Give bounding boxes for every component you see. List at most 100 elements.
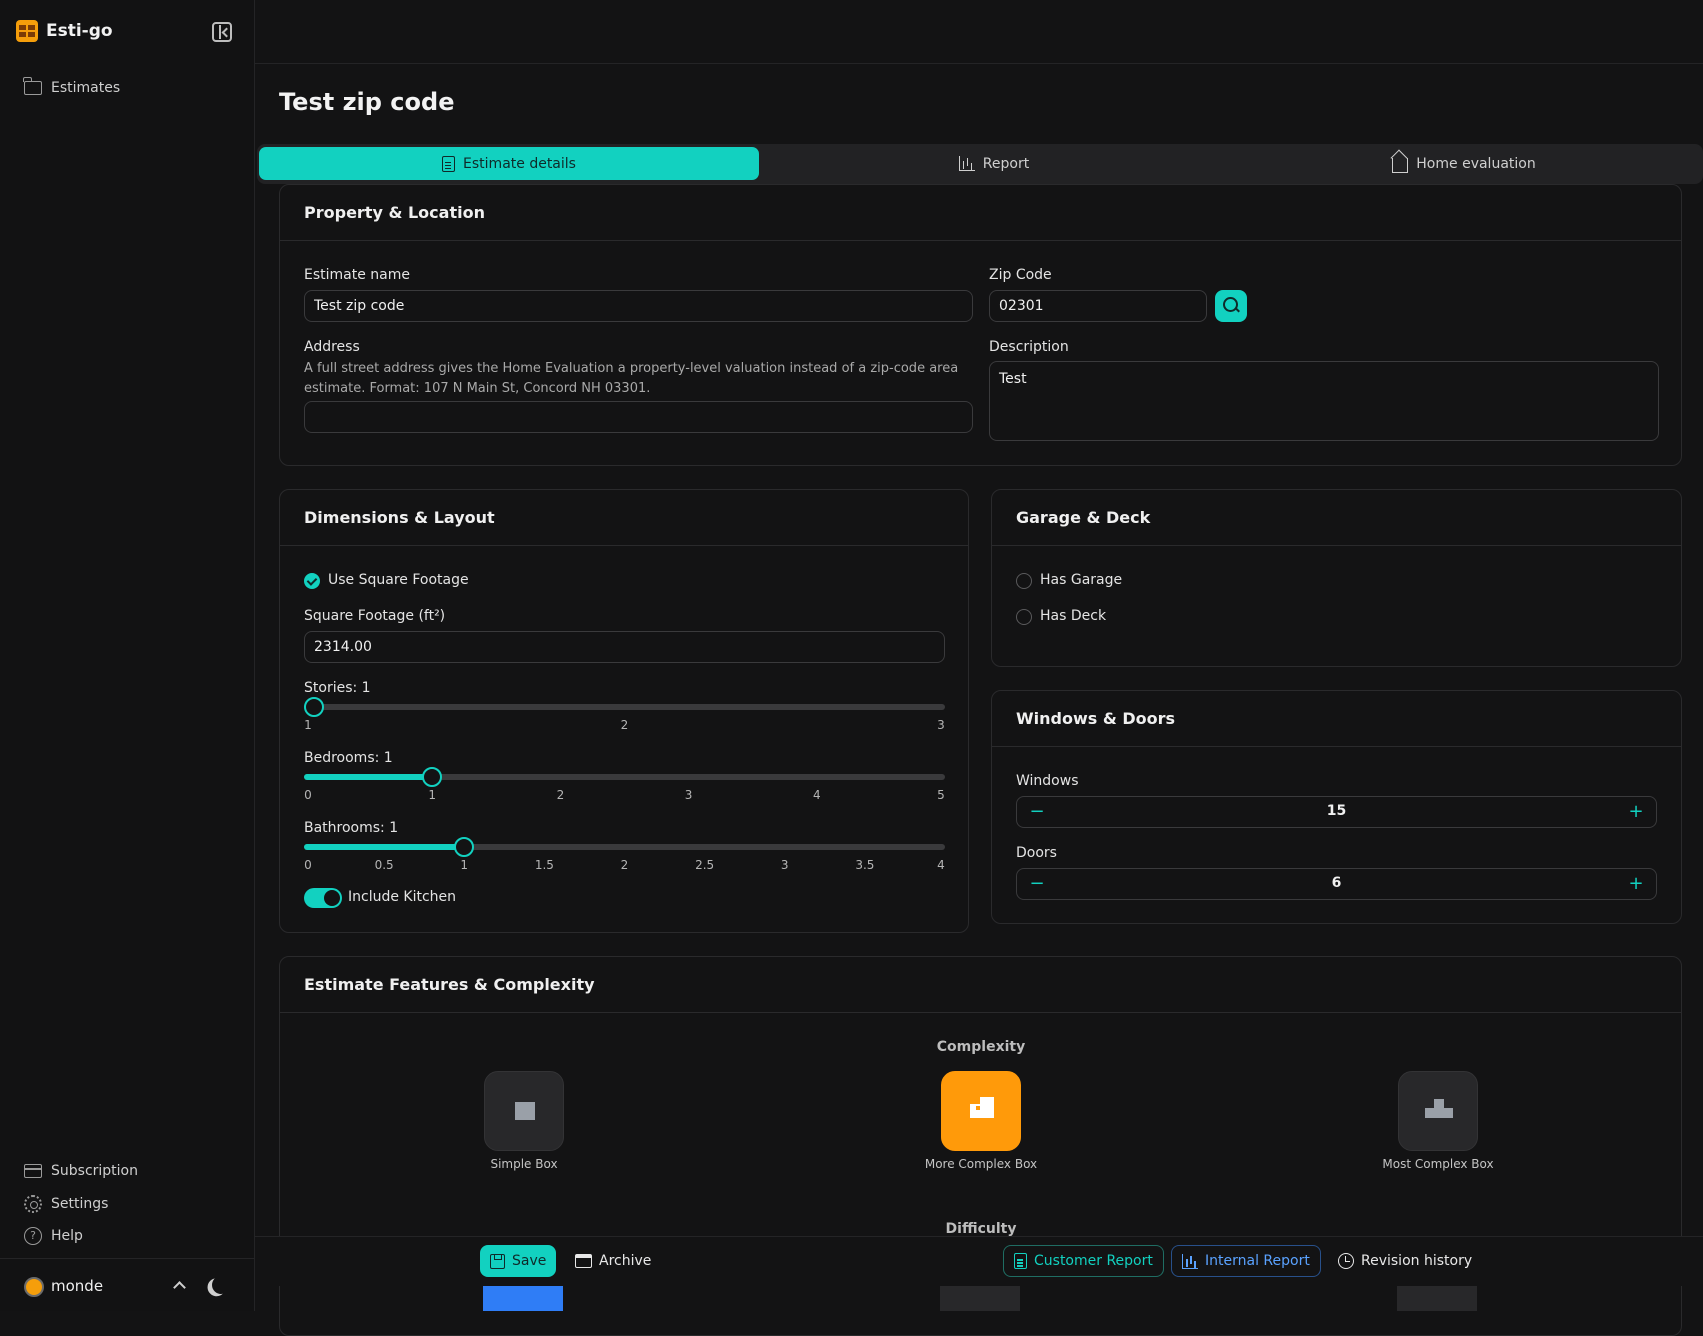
folder-icon (23, 77, 42, 95)
zip-search-button[interactable] (1215, 290, 1247, 322)
action-bar: Save Archive Customer Report Internal Re… (255, 1236, 1703, 1286)
panel-header: Property & Location (280, 185, 1681, 241)
complexity-option-label: Simple Box (490, 1157, 558, 1171)
slider-tick-label: 1 (304, 718, 312, 732)
has-garage-label: Has Garage (1040, 572, 1123, 588)
panel-header: Estimate Features & Complexity (280, 957, 1681, 1013)
internal-report-button[interactable]: Internal Report (1171, 1245, 1321, 1277)
tab-estimate-details[interactable]: Estimate details (259, 147, 759, 180)
difficulty-caption: Difficulty (945, 1221, 1017, 1237)
sidebar-item-subscription[interactable]: Subscription (24, 1163, 138, 1179)
slider-tick-label: 1 (428, 788, 437, 802)
panel-header: Garage & Deck (992, 490, 1681, 546)
complexity-option-label: Most Complex Box (1382, 1157, 1494, 1171)
sidebar-item-estimates[interactable]: Estimates (23, 77, 121, 96)
address-label: Address (304, 339, 360, 355)
archive-icon (575, 1254, 592, 1268)
panel-title: Property & Location (304, 203, 485, 222)
bathrooms-slider-fill (304, 844, 465, 850)
include-kitchen-toggle[interactable] (304, 888, 342, 908)
save-button[interactable]: Save (480, 1245, 557, 1277)
panel-title: Estimate Features & Complexity (304, 975, 595, 994)
bedrooms-slider-fill (304, 774, 433, 780)
windows-doors-panel: Windows & Doors Windows − 15 + Doors − 6… (991, 690, 1682, 924)
save-icon (490, 1253, 505, 1269)
dimensions-layout-panel: Dimensions & Layout Use Square Footage S… (279, 489, 969, 933)
square-footage-label: Square Footage (ft²) (304, 608, 446, 624)
tab-report[interactable]: Report (759, 147, 1229, 180)
address-help-text: A full street address gives the Home Eva… (304, 361, 959, 396)
brand[interactable]: Esti-go (16, 20, 113, 42)
archive-label: Archive (599, 1253, 652, 1269)
square-footage-input[interactable] (304, 631, 945, 663)
app-name: Esti-go (46, 21, 113, 41)
tab-bar: Estimate details Report Home evaluation (257, 144, 1703, 184)
collapse-sidebar-icon[interactable] (212, 22, 232, 42)
doors-increment-button[interactable]: + (1624, 873, 1648, 897)
sidebar-item-label: Estimates (51, 80, 121, 96)
complexity-more-complex-box[interactable] (941, 1071, 1021, 1151)
save-label: Save (512, 1253, 547, 1269)
stories-slider-thumb[interactable] (304, 697, 324, 717)
complexity-most-complex-box[interactable] (1398, 1071, 1478, 1151)
slider-tick-label: 2 (620, 718, 629, 732)
internal-report-label: Internal Report (1205, 1253, 1310, 1269)
tab-label: Estimate details (463, 155, 576, 172)
archive-button[interactable]: Archive (565, 1245, 661, 1277)
has-deck-label: Has Deck (1040, 608, 1107, 624)
home-icon (1392, 158, 1409, 173)
windows-label: Windows (1016, 773, 1079, 789)
more-complex-box-icon (970, 1097, 994, 1118)
has-deck-checkbox[interactable] (1016, 609, 1032, 625)
bedrooms-slider-thumb[interactable] (422, 767, 443, 787)
complexity-caption: Complexity (936, 1039, 1026, 1055)
use-square-footage-checkbox[interactable] (304, 573, 320, 589)
zip-code-input[interactable] (989, 290, 1207, 322)
panel-header: Windows & Doors (992, 691, 1681, 747)
tab-home-evaluation[interactable]: Home evaluation (1229, 147, 1699, 180)
description-textarea[interactable] (989, 361, 1659, 441)
slider-tick-label: 3 (937, 718, 945, 732)
doors-label: Doors (1016, 845, 1057, 861)
moon-icon[interactable] (211, 1275, 232, 1296)
difficulty-tile-trees[interactable] (483, 1286, 563, 1311)
customer-report-button[interactable]: Customer Report (1003, 1245, 1164, 1277)
page-title: Test zip code (279, 88, 455, 116)
slider-tick-label: 2 (620, 858, 629, 872)
use-square-footage-label: Use Square Footage (328, 572, 469, 588)
sidebar-item-help[interactable]: ? Help (24, 1227, 83, 1245)
chevron-up-icon[interactable] (173, 1281, 186, 1294)
document-icon (1014, 1253, 1027, 1269)
difficulty-tile-mountain[interactable] (1397, 1286, 1477, 1311)
user-menu[interactable]: monde (0, 1258, 255, 1311)
most-complex-box-icon (1425, 1099, 1453, 1118)
help-circle-icon: ? (24, 1227, 42, 1245)
bathrooms-slider-thumb[interactable] (454, 837, 475, 857)
complexity-option-label: More Complex Box (924, 1157, 1038, 1171)
sidebar-item-label: Help (51, 1228, 83, 1244)
bathrooms-label: Bathrooms: 1 (304, 820, 399, 836)
difficulty-tile-water[interactable] (940, 1286, 1020, 1311)
slider-tick-label: 1.5 (534, 858, 554, 872)
sidebar-item-settings[interactable]: Settings (24, 1195, 108, 1213)
stories-slider[interactable]: 1 2 3 (304, 697, 945, 732)
revision-history-button[interactable]: Revision history (1328, 1245, 1482, 1277)
slider-tick-label: 2.5 (695, 858, 715, 872)
complexity-simple-box[interactable] (484, 1071, 564, 1151)
windows-increment-button[interactable]: + (1624, 801, 1648, 825)
panel-header: Dimensions & Layout (280, 490, 968, 546)
bathrooms-slider[interactable]: 0 0.5 1 1.5 2 2.5 3 3.5 4 (304, 837, 945, 872)
top-bar (255, 0, 1703, 64)
revision-history-label: Revision history (1361, 1253, 1473, 1269)
slider-tick-label: 2 (556, 788, 565, 802)
estimate-name-input[interactable] (304, 290, 973, 322)
bedrooms-slider[interactable]: 0 1 2 3 4 5 (304, 767, 945, 802)
bar-chart-icon (958, 156, 975, 171)
address-input[interactable] (304, 401, 973, 433)
panel-title: Garage & Deck (1016, 508, 1151, 527)
has-garage-checkbox[interactable] (1016, 573, 1032, 589)
customer-report-label: Customer Report (1034, 1253, 1153, 1269)
garage-deck-panel: Garage & Deck Has Garage Has Deck (991, 489, 1682, 667)
slider-tick-label: 3.5 (855, 858, 875, 872)
estimate-name-label: Estimate name (304, 267, 410, 283)
